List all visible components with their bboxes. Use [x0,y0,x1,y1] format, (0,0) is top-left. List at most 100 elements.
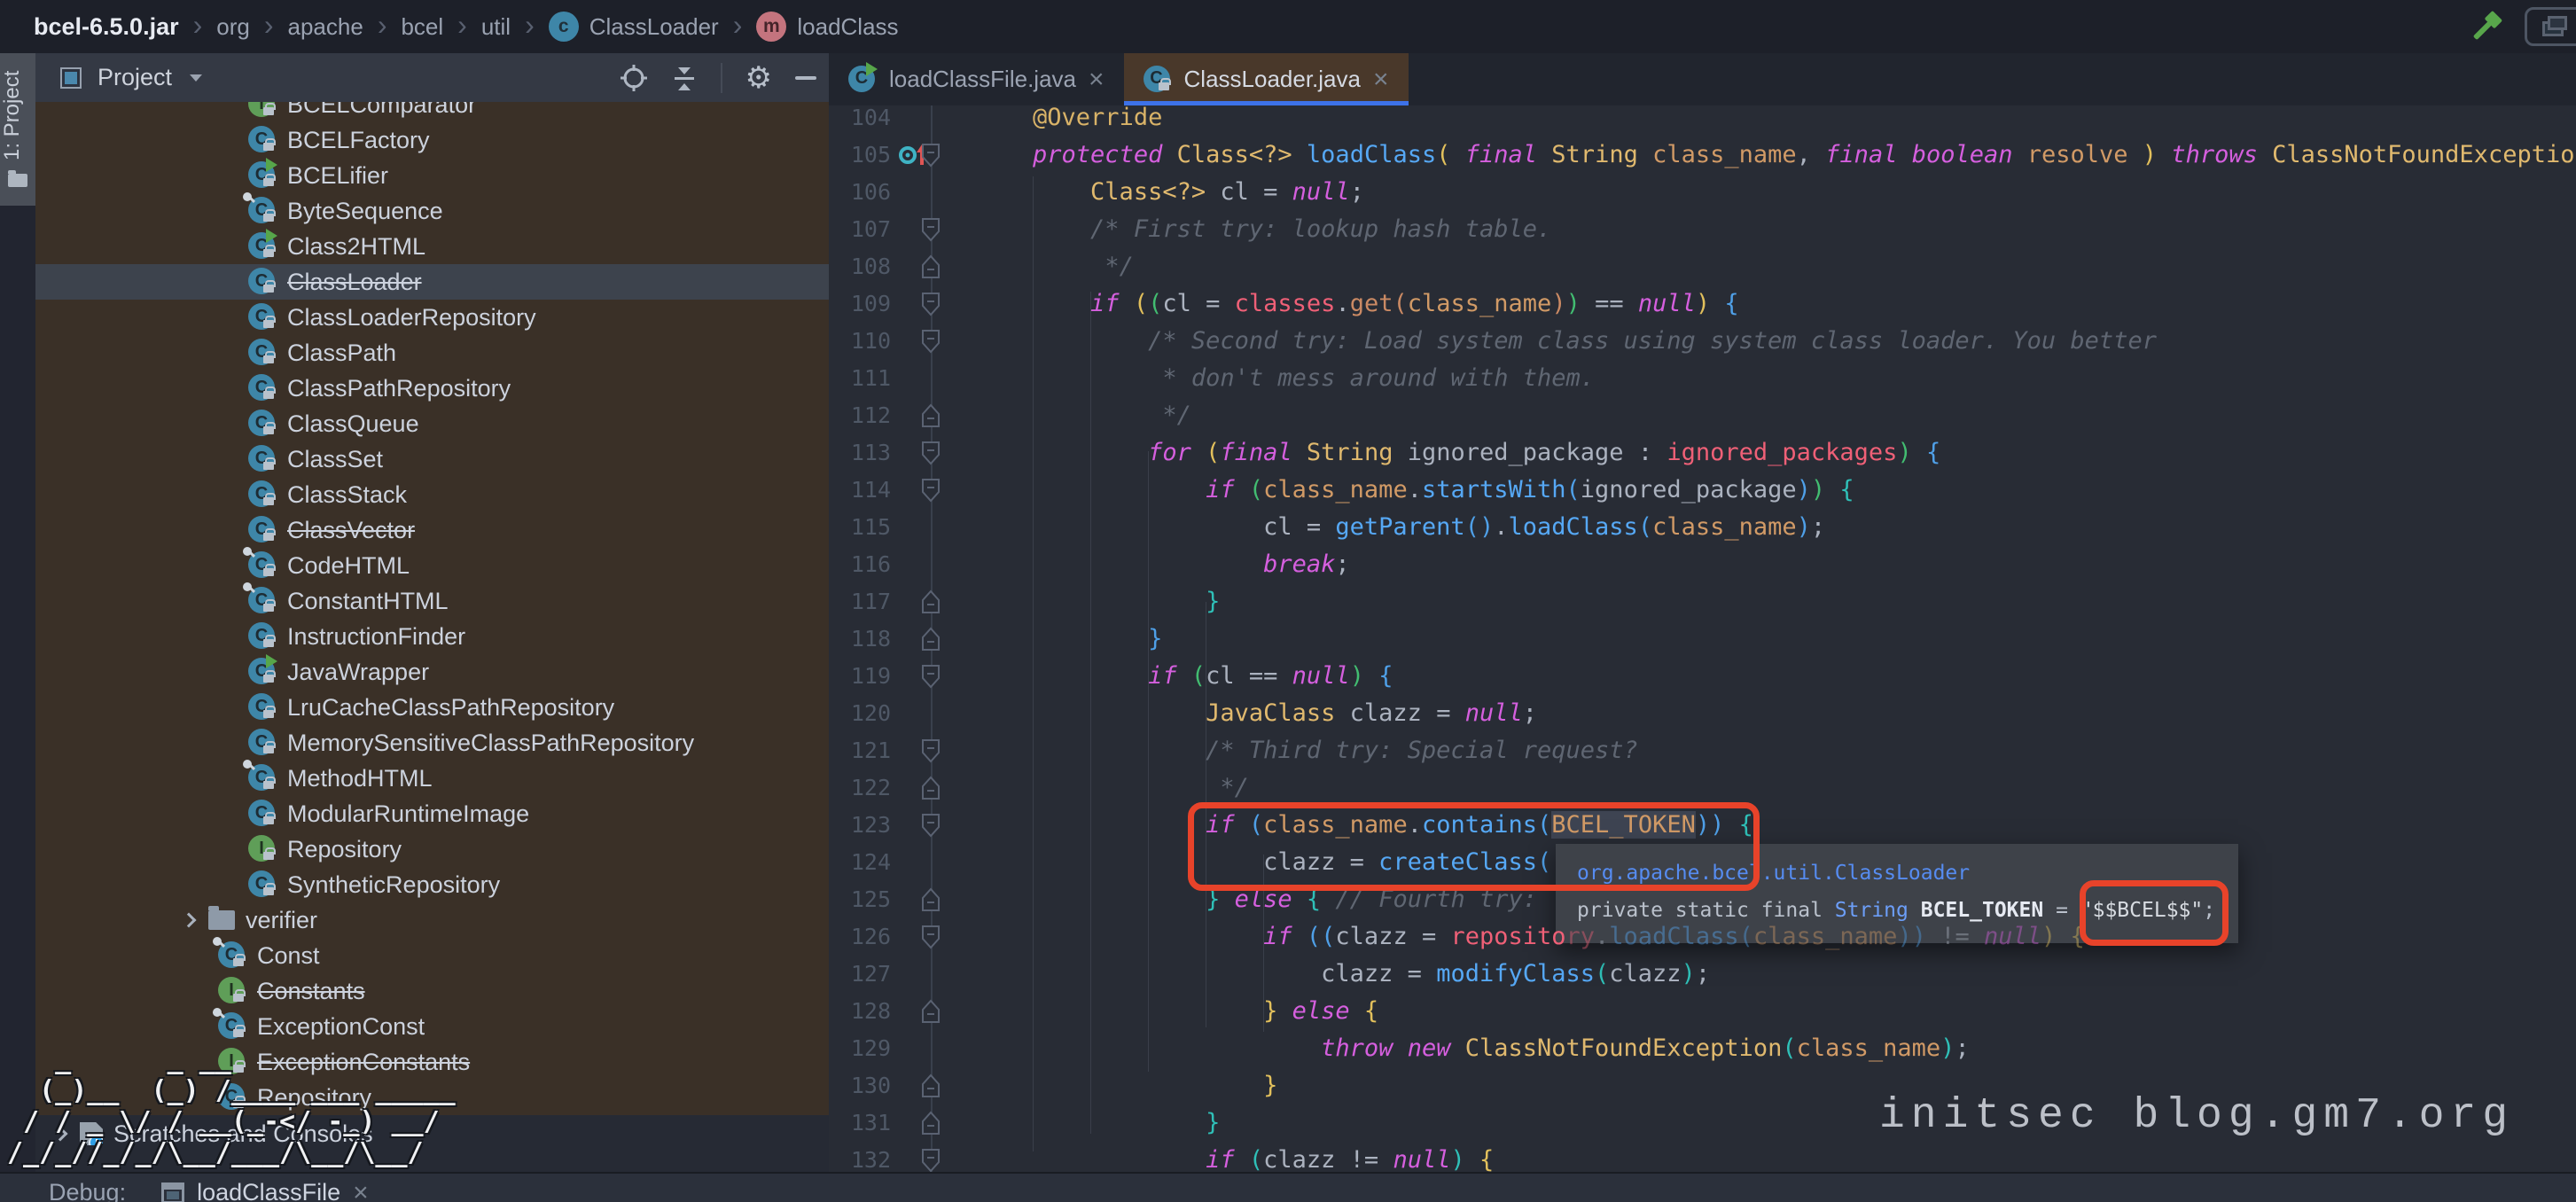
close-icon[interactable]: × [353,1180,369,1202]
code-line-121[interactable]: 121 /* Third try: Special request? [829,732,2576,769]
code-line-128[interactable]: 128 } else { [829,993,2576,1030]
tree-item-codehtml[interactable]: CCodeHTML [35,548,829,583]
tree-item-methodhtml[interactable]: CMethodHTML [35,761,829,796]
fold-marker-up[interactable] [921,627,941,652]
tree-item-label[interactable]: Repository [287,836,402,863]
code-line-118[interactable]: 118 } [829,621,2576,658]
tree-item-classpathrepository[interactable]: CClassPathRepository [35,371,829,406]
tree-item-verifier[interactable]: verifier [35,902,829,938]
tree-item-label[interactable]: Constants [257,978,365,1005]
breadcrumb-item[interactable]: util [481,13,511,41]
tree-item-label[interactable]: ByteSequence [287,198,443,225]
code-line-114[interactable]: 114 if (class_name.startsWith(ignored_pa… [829,472,2576,509]
fold-marker-down[interactable] [921,664,941,689]
tree-item-label[interactable]: verifier [246,907,317,934]
fold-marker-down[interactable] [921,143,941,168]
code-line-127[interactable]: 127 clazz = modifyClass(clazz); [829,956,2576,993]
tree-item-label[interactable]: SyntheticRepository [287,871,500,899]
code-line-120[interactable]: 120 JavaClass clazz = null; [829,695,2576,732]
fold-marker-down[interactable] [921,292,941,316]
code-line-106[interactable]: 106 Class<?> cl = null; [829,174,2576,211]
tree-item-classloader[interactable]: CClassLoader [35,264,829,300]
fold-marker-down[interactable] [921,738,941,763]
fold-marker-up[interactable] [921,1073,941,1098]
tree-item-constanthtml[interactable]: CConstantHTML [35,583,829,619]
fold-marker-down[interactable] [921,925,941,949]
tree-item-label[interactable]: MemorySensitiveClassPathRepository [287,730,694,757]
breadcrumb-item[interactable]: apache [288,13,363,41]
fold-marker-up[interactable] [921,1111,941,1136]
code-line-107[interactable]: 107 /* First try: lookup hash table. [829,211,2576,248]
tab-label[interactable]: loadClassFile.java [889,66,1076,93]
code-line-116[interactable]: 116 break; [829,546,2576,583]
editor-preview-button[interactable] [2525,7,2576,46]
tree-item-label[interactable]: CodeHTML [287,552,410,580]
fold-marker-up[interactable] [921,776,941,800]
tree-item-label[interactable]: ClassStack [287,481,407,509]
tree-item-label[interactable]: ClassQueue [287,410,419,438]
tree-item-label[interactable]: BCELFactory [287,127,430,154]
tree-item-bcelifier[interactable]: CBCELifier [35,158,829,193]
code-line-111[interactable]: 111 * don't mess around with them. [829,360,2576,397]
tree-item-label[interactable]: BCELifier [287,162,388,190]
tree-item-bcelfactory[interactable]: CBCELFactory [35,122,829,158]
code-line-108[interactable]: 108 */ [829,248,2576,285]
tree-item-memorysensitiveclasspathrepository[interactable]: CMemorySensitiveClassPathRepository [35,725,829,761]
fold-marker-down[interactable] [921,441,941,465]
tree-item-instructionfinder[interactable]: CInstructionFinder [35,619,829,654]
tree-item-classloaderrepository[interactable]: CClassLoaderRepository [35,300,829,335]
code-editor[interactable]: 104 @Override105 protected Class<?> load… [829,105,2576,1172]
code-line-126[interactable]: 126 if ((clazz = repository.loadClass(cl… [829,918,2576,956]
fold-marker-up[interactable] [921,254,941,279]
fold-marker-down[interactable] [921,329,941,354]
tree-item-label[interactable]: MethodHTML [287,765,433,792]
breadcrumb-item[interactable]: mloadClass [756,12,898,42]
tree-item-label[interactable]: JavaWrapper [287,659,429,686]
tree-item-label[interactable]: LruCacheClassPathRepository [287,694,614,722]
tree-item-label[interactable]: ClassPath [287,340,396,367]
fold-marker-down[interactable] [921,217,941,242]
code-line-117[interactable]: 117 } [829,583,2576,621]
tree-item-classvector[interactable]: CClassVector [35,512,829,548]
panel-title[interactable]: Project [98,64,172,91]
tree-item-label[interactable]: ClassVector [287,517,415,544]
code-line-132[interactable]: 132 if (clazz != null) { [829,1142,2576,1172]
tree-item-label[interactable]: Const [257,942,320,970]
code-line-104[interactable]: 104 @Override [829,105,2576,137]
code-line-110[interactable]: 110 /* Second try: Load system class usi… [829,323,2576,360]
breadcrumb-item[interactable]: cClassLoader [549,12,719,42]
code-line-113[interactable]: 113 for (final String ignored_package : … [829,434,2576,472]
code-line-119[interactable]: 119 if (cl == null) { [829,658,2576,695]
gear-icon[interactable]: ⚙ [745,63,772,93]
tree-item-bcelcomparator[interactable]: IBCELComparator [35,102,829,122]
fold-marker-down[interactable] [921,478,941,503]
chevron-down-icon[interactable] [190,74,202,82]
tree-item-label[interactable]: ClassSet [287,446,383,473]
project-stripe-label[interactable]: 1: Project [0,62,35,168]
breadcrumb-item[interactable]: org [216,13,250,41]
tree-item-exceptionconst[interactable]: CExceptionConst [35,1009,829,1044]
tree-item-classstack[interactable]: CClassStack [35,477,829,512]
fold-marker-up[interactable] [921,887,941,912]
tree-item-label[interactable]: ClassPathRepository [287,375,511,402]
code-line-105[interactable]: 105 protected Class<?> loadClass( final … [829,137,2576,174]
tree-item-classset[interactable]: CClassSet [35,441,829,477]
fold-marker-up[interactable] [921,589,941,614]
build-hammer-icon[interactable] [2466,9,2505,46]
tree-item-class2html[interactable]: CClass2HTML [35,229,829,264]
breadcrumb-item[interactable]: bcel [401,13,443,41]
tree-item-label[interactable]: ModularRuntimeImage [287,800,529,828]
tree-item-bytesequence[interactable]: CByteSequence [35,193,829,229]
tree-item-repository[interactable]: IRepository [35,831,829,867]
tree-item-label[interactable]: Class2HTML [287,233,425,261]
code-line-115[interactable]: 115 cl = getParent().loadClass(class_nam… [829,509,2576,546]
close-icon[interactable]: × [1373,66,1389,93]
tree-item-constants[interactable]: IConstants [35,973,829,1009]
hide-panel-icon[interactable] [795,76,816,80]
fold-marker-up[interactable] [921,999,941,1024]
tree-item-label[interactable]: BCELComparator [287,102,476,119]
tree-item-const[interactable]: CConst [35,938,829,973]
tree-item-classpath[interactable]: CClassPath [35,335,829,371]
tree-item-syntheticrepository[interactable]: CSyntheticRepository [35,867,829,902]
fold-marker-up[interactable] [921,403,941,428]
